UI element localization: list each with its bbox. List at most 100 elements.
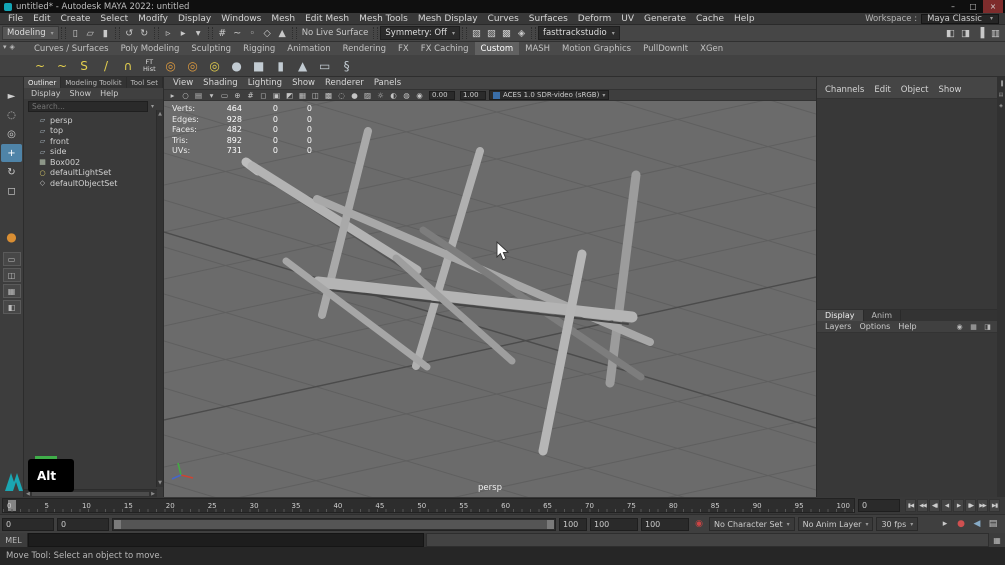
outliner-item[interactable]: ▱ side	[24, 147, 163, 158]
new-empty-layer-icon[interactable]: ▦	[968, 323, 979, 331]
layer-editor-tab[interactable]: Display	[817, 310, 864, 321]
sphere-icon[interactable]: ●	[227, 56, 247, 76]
menubar-item[interactable]: File	[3, 14, 28, 24]
menu-set-dropdown[interactable]: Modeling ▾	[2, 26, 59, 40]
shelf-tab[interactable]: Curves / Surfaces	[28, 42, 115, 55]
outliner-tab[interactable]: Tool Set	[127, 77, 163, 88]
channel-box-menu-item[interactable]: Edit	[870, 85, 894, 95]
channel-box-body[interactable]	[817, 99, 997, 310]
menubar-item[interactable]: Select	[95, 14, 133, 24]
script-editor-icon[interactable]: ▦	[989, 533, 1005, 547]
menubar-item[interactable]: Help	[729, 14, 760, 24]
undo-icon[interactable]: ↺	[122, 26, 137, 41]
last-tool-icon[interactable]: ●	[1, 228, 22, 246]
workspace-dropdown[interactable]: Maya Classic ▾	[921, 13, 999, 24]
rotate-tool[interactable]: ↻	[1, 163, 22, 181]
shelf-tab[interactable]: FX Caching	[415, 42, 475, 55]
anim-layer-dropdown[interactable]: No Anim Layer ▾	[797, 517, 874, 531]
scroll-right-icon[interactable]: ▶	[151, 491, 155, 497]
viewport-canvas[interactable]: Verts: 464 0 0 Edges: 928 0 0 Faces: 482…	[164, 101, 816, 497]
outliner-tab[interactable]: Modeling Toolkit	[61, 77, 127, 88]
command-line-input[interactable]	[28, 533, 424, 547]
project-dropdown[interactable]: fasttrackstudio ▾	[537, 26, 620, 40]
single-pane-layout-button[interactable]: ▭	[2, 252, 21, 266]
xray-icon[interactable]: ◍	[400, 90, 413, 100]
tool-settings-tab-icon[interactable]: ◈	[999, 103, 1003, 109]
channel-box-menu-item[interactable]: Channels	[821, 85, 868, 95]
lock-camera-icon[interactable]: ○	[179, 90, 192, 100]
snap-to-curve-icon[interactable]: ~	[230, 26, 245, 41]
menubar-item[interactable]: Create	[56, 14, 96, 24]
lasso-select-tool[interactable]: ◌	[1, 106, 22, 124]
alt-end-field[interactable]	[641, 517, 689, 531]
playback-start-field[interactable]	[57, 517, 109, 531]
scroll-down-icon[interactable]: ▼	[158, 480, 162, 486]
gamma-field[interactable]	[460, 90, 486, 100]
viewport-menu-item[interactable]: Lighting	[243, 78, 287, 88]
menubar-item[interactable]: Generate	[639, 14, 691, 24]
step-back-frame-button[interactable]: ◀◀	[917, 499, 928, 512]
shelf-tab[interactable]: Motion Graphics	[556, 42, 637, 55]
range-slider-bar[interactable]	[114, 519, 554, 529]
menubar-item[interactable]: UV	[616, 14, 639, 24]
viewport-menu-item[interactable]: View	[168, 78, 198, 88]
image-plane-icon[interactable]: ▭	[218, 90, 231, 100]
select-object-icon[interactable]: ▸	[176, 26, 191, 41]
outliner-pane-layout-button[interactable]: ◧	[2, 300, 21, 314]
minimize-button[interactable]: –	[943, 0, 963, 13]
bookmarks-icon[interactable]: ▾	[205, 90, 218, 100]
step-back-key-button[interactable]: ◀▮	[929, 499, 940, 512]
layer-list[interactable]	[817, 333, 997, 497]
cylinder-icon[interactable]: ▮	[271, 56, 291, 76]
field-chart-icon[interactable]: ▦	[296, 90, 309, 100]
scene-3d-view[interactable]	[164, 101, 816, 497]
wireframe-icon[interactable]: ◌	[335, 90, 348, 100]
close-button[interactable]: ×	[983, 0, 1003, 13]
select-tool[interactable]: ►	[1, 87, 22, 105]
menubar-item[interactable]: Mesh Tools	[354, 14, 413, 24]
gamma-input[interactable]	[460, 90, 486, 100]
layer-menu-item[interactable]: Options	[855, 322, 894, 331]
redo-icon[interactable]: ↻	[137, 26, 152, 41]
channel-box-tab-icon[interactable]: ▐	[999, 81, 1003, 87]
shelf-tab[interactable]: FX	[392, 42, 415, 55]
open-scene-icon[interactable]: ▱	[83, 26, 98, 41]
animation-preferences-icon[interactable]: ▤	[986, 519, 1000, 529]
new-scene-icon[interactable]: ▯	[68, 26, 83, 41]
range-handle-left[interactable]	[114, 519, 121, 529]
go-to-start-button[interactable]: ▮◀	[905, 499, 916, 512]
plane-icon[interactable]: ▭	[315, 56, 335, 76]
menubar-item[interactable]: Edit Mesh	[300, 14, 354, 24]
colorspace-dropdown[interactable]: ACES 1.0 SDR-video (sRGB) ▾	[489, 90, 610, 100]
filter-icon[interactable]: ▾	[151, 103, 154, 110]
exposure-field[interactable]	[429, 90, 455, 100]
modeling-toolkit-toggle-icon[interactable]: ◧	[943, 26, 958, 41]
torus-icon-3[interactable]: ◎	[205, 56, 225, 76]
maximize-button[interactable]: □	[963, 0, 983, 13]
step-forward-frame-button[interactable]: ▶▶	[977, 499, 988, 512]
cone-icon[interactable]: ▲	[293, 56, 313, 76]
time-slider[interactable]: 0 5 10 15 20 25 30 35 40 45 50 55 60 65 70 75 80 85 90 95 10…	[2, 498, 855, 513]
2d-pan-zoom-icon[interactable]: ⊕	[231, 90, 244, 100]
safe-title-icon[interactable]: ▩	[322, 90, 335, 100]
save-scene-icon[interactable]: ▮	[98, 26, 113, 41]
outliner-vertical-scrollbar[interactable]: ▲ ▼	[156, 110, 163, 487]
select-camera-icon[interactable]: ▸	[166, 90, 179, 100]
layer-visibility-icon[interactable]: ◉	[954, 323, 965, 331]
menubar-item[interactable]: Deform	[573, 14, 616, 24]
shelf-tab[interactable]: XGen	[694, 42, 729, 55]
menubar-item[interactable]: Display	[173, 14, 216, 24]
viewport-menu-item[interactable]: Shading	[198, 78, 243, 88]
move-tool[interactable]: +	[1, 144, 22, 162]
camera-attributes-icon[interactable]: ▤	[192, 90, 205, 100]
shaded-icon[interactable]: ●	[348, 90, 361, 100]
menubar-item[interactable]: Windows	[216, 14, 266, 24]
animation-start-field[interactable]	[2, 517, 54, 531]
safe-action-icon[interactable]: ◫	[309, 90, 322, 100]
hypershade-icon[interactable]: ◈	[514, 26, 529, 41]
make-live-icon[interactable]: ▲	[275, 26, 290, 41]
isolate-select-icon[interactable]: ◉	[413, 90, 426, 100]
animation-end-field[interactable]	[590, 517, 638, 531]
snap-to-plane-icon[interactable]: ◇	[260, 26, 275, 41]
select-hierarchy-icon[interactable]: ▹	[161, 26, 176, 41]
